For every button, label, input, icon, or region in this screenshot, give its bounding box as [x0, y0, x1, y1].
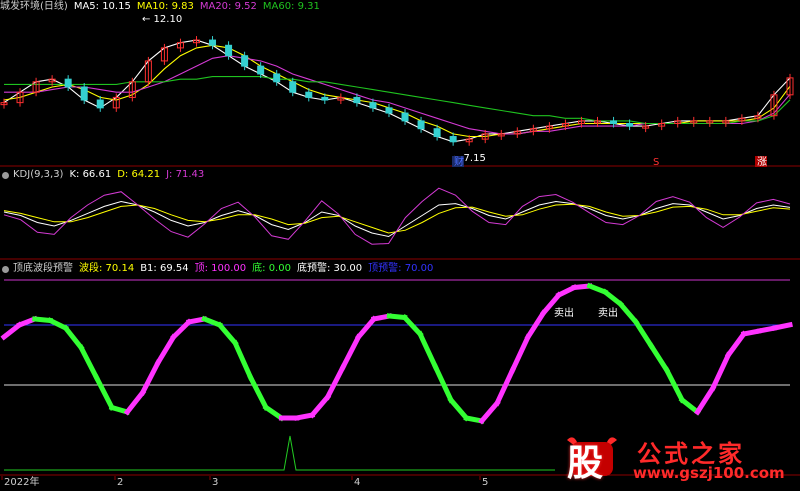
- wave-segment: [771, 321, 793, 331]
- candle: [64, 78, 72, 88]
- watermark-url: www.gszj100.com: [633, 464, 785, 482]
- candle: [385, 107, 393, 114]
- candle: [321, 96, 329, 101]
- indicator-dot-icon: [2, 171, 9, 179]
- ma-label-1: MA10: 9.83: [136, 1, 194, 12]
- kdj-label-2: D: 64.21: [117, 169, 161, 180]
- kdj-line-d: [3, 203, 791, 234]
- wave-label-0: 顶底波段预警: [13, 263, 73, 274]
- ma-line-ma5: [3, 39, 791, 143]
- wave-segment: [478, 399, 501, 425]
- wave-label-5: 底预警: 30.00: [296, 263, 363, 274]
- wave-segment: [354, 315, 378, 341]
- wave-label-6: 顶预警: 70.00: [368, 263, 434, 274]
- wave-segment: [139, 359, 162, 396]
- wave-segment: [401, 313, 424, 338]
- wave-segment: [247, 374, 270, 411]
- indicator-dot-icon: [2, 265, 9, 273]
- candle: [353, 96, 361, 104]
- wave-segment: [154, 333, 177, 366]
- ma-label-2: MA20: 9.52: [199, 1, 257, 12]
- wave-label-1: 波段: 70.14: [79, 263, 135, 274]
- price-marker: S: [653, 157, 659, 168]
- candle: [289, 81, 297, 93]
- candle: [241, 55, 249, 67]
- wave-segment: [339, 333, 362, 371]
- price-panel-title: 城发环境(日线): [0, 1, 68, 12]
- wave-segment: [62, 324, 85, 352]
- high-price-label: ← 12.10: [142, 14, 182, 25]
- candle: [433, 128, 441, 138]
- candle: [257, 65, 265, 75]
- wave-segment: [77, 344, 100, 381]
- chart-svg: ← 12.10← 7.15财 S 涨卖出 卖出2022年 2 3 4 5: [0, 14, 800, 488]
- x-tick-label: 2022年: [4, 475, 39, 487]
- wave-segment: [694, 384, 717, 416]
- wave-segment: [493, 366, 516, 407]
- wave-segment: [416, 330, 439, 371]
- wave-segment: [93, 374, 116, 411]
- candle: [305, 91, 313, 98]
- x-tick-label: 3: [212, 477, 218, 487]
- x-tick-label: 5: [482, 477, 488, 487]
- kdj-panel-header: KDJ(9,3,3) K: 66.61 D: 64.21 J: 71.43: [0, 168, 204, 182]
- kdj-line-j: [3, 187, 791, 245]
- wave-segment: [169, 318, 193, 341]
- ma-label-0: MA5: 10.15: [73, 1, 131, 12]
- sell-label: 卖出: [598, 306, 618, 319]
- wave-segment: [632, 318, 655, 350]
- wave-segment: [447, 396, 470, 422]
- candle: [417, 120, 425, 130]
- kdj-label-1: K: 66.61: [69, 169, 112, 180]
- candle: [225, 44, 233, 57]
- wave-segment: [231, 339, 254, 381]
- wave-segment: [724, 330, 748, 359]
- kdj-label-3: J: 71.43: [166, 169, 205, 180]
- wave-segment: [616, 300, 640, 326]
- candle: [96, 99, 104, 109]
- wave-segment: [678, 396, 702, 416]
- chart-stage: ← 12.10 ← 7.15 财 S 涨卖出 卖出 2022年 2 3 4 5 城发环境(日线) M…: [0, 0, 800, 488]
- candle: [626, 123, 634, 127]
- wave-segment: [432, 363, 455, 404]
- candle: [209, 39, 217, 46]
- candle: [401, 112, 409, 122]
- watermark-logo-char: 股: [567, 442, 604, 484]
- ma-label-3: MA60: 9.31: [262, 1, 320, 12]
- x-tick-label: 4: [354, 477, 360, 487]
- wave-label-2: B1: 69.54: [140, 263, 189, 274]
- candle: [80, 86, 88, 101]
- wave-label-3: 顶: 100.00: [194, 263, 247, 274]
- signal-line: [4, 435, 555, 471]
- price-marker: 涨: [757, 156, 767, 168]
- price-marker: 财: [454, 155, 464, 168]
- bottom-panel-header: 顶底波段预警 波段: 70.14 B1: 69.54 顶: 100.00 底: 0.00…: [0, 262, 433, 276]
- wave-segment: [601, 288, 624, 308]
- wave-segment: [647, 342, 671, 374]
- ma-line-ma10: [3, 44, 791, 138]
- wave-segment: [324, 363, 347, 401]
- wave-segment: [0, 321, 23, 341]
- x-tick-label: 2: [117, 477, 123, 487]
- kdj-label-0: KDJ(9,3,3): [13, 169, 64, 180]
- candle: [369, 102, 377, 109]
- candle: [449, 136, 457, 143]
- wave-segment: [308, 393, 332, 419]
- candle: [273, 73, 281, 83]
- candle: [610, 120, 618, 125]
- wave-segment: [509, 333, 532, 374]
- sell-label: 卖出: [554, 306, 574, 319]
- wave-label-4: 底: 0.00: [252, 263, 291, 274]
- wave-segment: [709, 351, 732, 392]
- wave-segment: [216, 321, 239, 347]
- watermark: 股 公式之家 www.gszj100.com: [555, 432, 795, 484]
- wave-segment: [123, 388, 147, 416]
- price-panel-header: 城发环境(日线) MA5: 10.15 MA10: 9.83 MA20: 9.52 M…: [0, 0, 320, 14]
